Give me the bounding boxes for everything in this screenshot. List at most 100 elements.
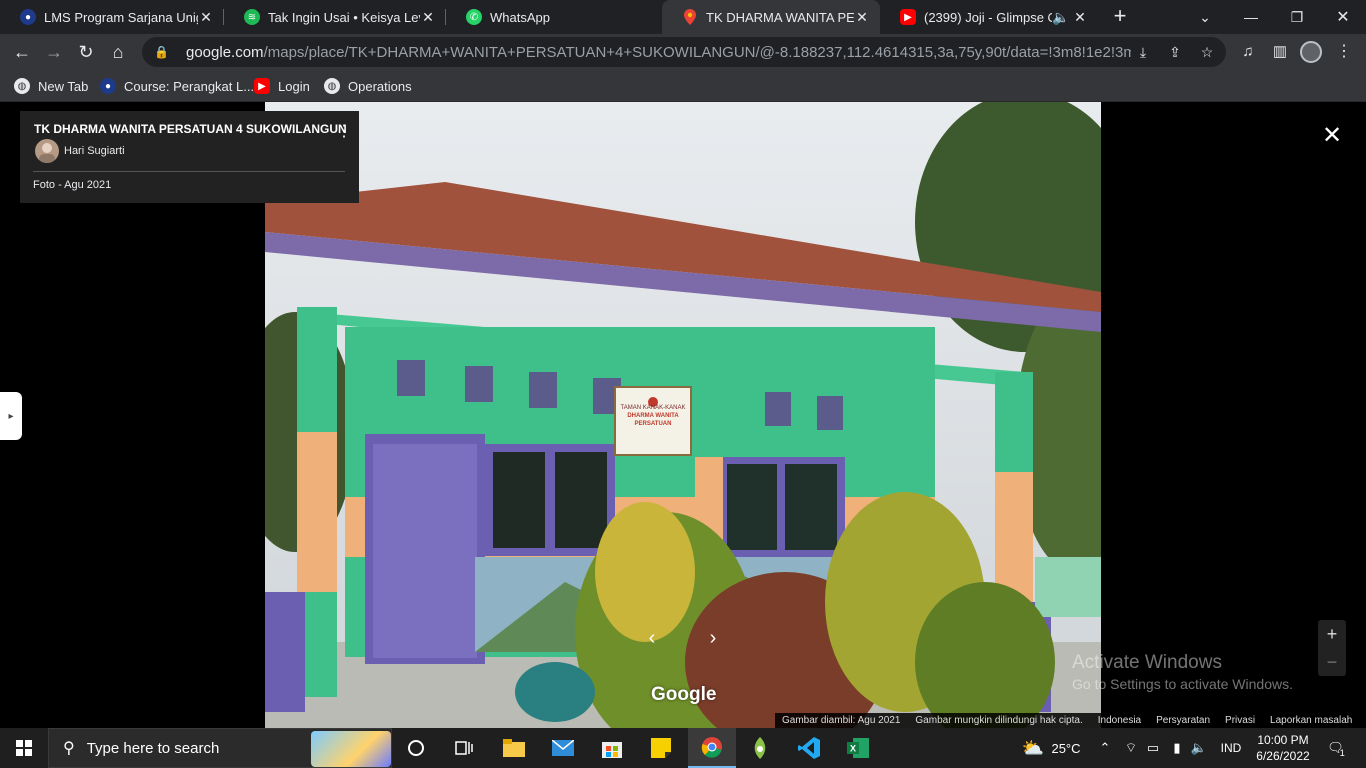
lock-icon[interactable]: 🔒 — [154, 45, 169, 59]
tab-maps[interactable]: TK DHARMA WANITA PERSATUAN 4 ✕ — [662, 0, 880, 34]
restore-button[interactable]: ❐ — [1274, 0, 1320, 34]
activate-subtitle: Go to Settings to activate Windows. — [1072, 676, 1293, 692]
activate-windows-watermark: Activate Windows Go to Settings to activ… — [1072, 652, 1293, 692]
contributor-avatar[interactable] — [35, 139, 59, 163]
task-view-icon[interactable] — [440, 728, 488, 768]
close-icon[interactable]: ✕ — [1072, 9, 1088, 26]
notification-center[interactable]: 🗨 1 — [1318, 728, 1354, 768]
youtube-icon: ▶ — [254, 78, 270, 94]
bookmark-star-icon[interactable]: ☆ — [1198, 43, 1216, 61]
zoom-in-button[interactable]: + — [1318, 620, 1346, 648]
excel-icon[interactable]: X — [834, 728, 882, 768]
media-control-icon[interactable]: ♫ — [1236, 40, 1260, 64]
close-icon[interactable]: ✕ — [198, 9, 214, 26]
globe-icon: ◍ — [324, 78, 340, 94]
new-tab-button[interactable]: + — [1108, 5, 1132, 29]
copyright-notice: Gambar mungkin dilindungi hak cipta. — [915, 715, 1083, 726]
home-button[interactable]: ⌂ — [104, 38, 132, 66]
country-link[interactable]: Indonesia — [1098, 715, 1141, 726]
clock-time: 10:00 PM — [1257, 733, 1309, 747]
vscode-icon[interactable] — [785, 728, 833, 768]
close-window-button[interactable]: ✕ — [1320, 0, 1366, 34]
taskbar-search[interactable]: ⚲ Type here to search — [48, 728, 392, 768]
more-options-icon[interactable]: ⋮ — [336, 121, 352, 141]
report-problem-link[interactable]: Laporkan masalah — [1270, 715, 1352, 726]
chrome-icon[interactable] — [688, 728, 736, 768]
volume-icon[interactable]: 🔈 — [1188, 728, 1210, 768]
bookmarks-bar: ◍ New Tab ● Course: Perangkat L... ▶ Log… — [0, 70, 1366, 102]
install-icon[interactable]: ⤓ — [1134, 43, 1152, 61]
bookmark-new-tab[interactable]: ◍ New Tab — [14, 76, 88, 96]
network-icon[interactable]: ⌔ — [1120, 728, 1142, 768]
tab-title: (2399) Joji - Glimpse Of Us — [924, 9, 1052, 25]
tab-youtube[interactable]: ▶ (2399) Joji - Glimpse Of Us 🔈 ✕ — [880, 0, 1098, 34]
store-icon[interactable] — [588, 728, 636, 768]
tab-spotify[interactable]: ≋ Tak Ingin Usai • Keisya Levronka ✕ — [224, 0, 446, 34]
chevron-up-icon[interactable]: ⌃ — [1094, 728, 1116, 768]
close-icon[interactable]: ✕ — [420, 9, 436, 26]
photo-viewer[interactable]: TAMAN KANAK-KANAK DHARMA WANITA PERSATUA… — [0, 102, 1366, 728]
minimize-button[interactable]: — — [1228, 0, 1274, 34]
notification-count: 1 — [1339, 748, 1345, 758]
close-icon[interactable]: ✕ — [1320, 124, 1344, 148]
profile-avatar[interactable] — [1300, 41, 1322, 63]
address-bar[interactable]: 🔒 google.com/maps/place/TK+DHARMA+WANITA… — [142, 37, 1226, 67]
reload-button[interactable]: ↻ — [72, 38, 100, 66]
back-button[interactable]: ← — [8, 38, 36, 66]
privacy-link[interactable]: Privasi — [1225, 715, 1255, 726]
previous-photo-button[interactable]: ‹ — [634, 620, 670, 656]
clock-date: 6/26/2022 — [1256, 749, 1310, 763]
globe-icon: ◍ — [14, 78, 30, 94]
mail-icon[interactable] — [539, 728, 587, 768]
spotify-icon: ≋ — [244, 9, 260, 25]
lms-icon: ● — [20, 9, 36, 25]
tab-whatsapp[interactable]: ✆ WhatsApp — [446, 0, 662, 34]
place-title[interactable]: TK DHARMA WANITA PERSATUAN 4 SUKOWILANGU… — [34, 122, 347, 136]
side-panel-icon[interactable]: ▥ — [1268, 40, 1292, 64]
bookmark-operations[interactable]: ◍ Operations — [324, 76, 412, 96]
clock[interactable]: 10:00 PM 6/26/2022 — [1252, 732, 1314, 764]
sign-line-1: TAMAN KANAK-KANAK — [620, 405, 686, 411]
contributor-name[interactable]: Hari Sugiarti — [64, 145, 125, 157]
language-indicator[interactable]: IND — [1214, 728, 1248, 768]
whatsapp-icon: ✆ — [466, 9, 482, 25]
url-text[interactable]: google.com/maps/place/TK+DHARMA+WANITA+P… — [186, 44, 1131, 61]
tab-search-chevron-icon[interactable]: ⌄ — [1182, 0, 1228, 34]
forward-button[interactable]: → — [40, 38, 68, 66]
sticky-notes-icon[interactable] — [637, 728, 685, 768]
tab-title: WhatsApp — [490, 9, 550, 25]
terms-link[interactable]: Persyaratan — [1156, 715, 1210, 726]
search-highlight-art[interactable] — [311, 731, 391, 767]
card-divider — [33, 171, 345, 172]
windows-taskbar: ⚲ Type here to search X ⛅ 25°C ⌃ ⌔ ▭ ▮ 🔈… — [0, 728, 1366, 768]
street-view-photo[interactable]: TAMAN KANAK-KANAK DHARMA WANITA PERSATUA… — [265, 102, 1101, 728]
tab-lms[interactable]: ● LMS Program Sarjana Uniga Malang ✕ — [0, 0, 224, 34]
weather-icon[interactable]: ⛅ — [1018, 728, 1048, 768]
chrome-menu-icon[interactable]: ⋮ — [1334, 40, 1354, 64]
tab-title: Tak Ingin Usai • Keisya Levronka — [268, 9, 420, 25]
battery-icon[interactable]: ▮ — [1166, 728, 1188, 768]
temperature[interactable]: 25°C — [1048, 728, 1084, 768]
start-button[interactable] — [0, 728, 48, 768]
youtube-icon: ▶ — [900, 9, 916, 25]
bookmark-label: New Tab — [38, 78, 89, 94]
next-photo-button[interactable]: › — [695, 620, 731, 656]
bookmark-login[interactable]: ▶ Login — [254, 76, 310, 96]
maps-icon — [682, 9, 698, 25]
cortana-icon[interactable] — [392, 728, 440, 768]
browser-toolbar: ← → ↻ ⌂ 🔒 google.com/maps/place/TK+DHARM… — [0, 34, 1366, 70]
course-icon: ● — [100, 78, 116, 94]
bookmark-course[interactable]: ● Course: Perangkat L... — [100, 76, 254, 96]
speaker-icon[interactable]: 🔈 — [1052, 9, 1069, 26]
quran-app-icon[interactable] — [736, 728, 784, 768]
zoom-control: + − — [1318, 620, 1346, 676]
close-icon[interactable]: ✕ — [854, 9, 870, 26]
file-explorer-icon[interactable] — [490, 728, 538, 768]
share-icon[interactable]: ⇪ — [1166, 43, 1184, 61]
search-icon: ⚲ — [63, 740, 75, 757]
svg-text:X: X — [850, 744, 856, 754]
zoom-out-button[interactable]: − — [1318, 648, 1346, 676]
devices-icon[interactable]: ▭ — [1142, 728, 1164, 768]
bookmark-label: Operations — [348, 78, 412, 94]
expand-side-panel-button[interactable]: ▸ — [0, 392, 22, 440]
